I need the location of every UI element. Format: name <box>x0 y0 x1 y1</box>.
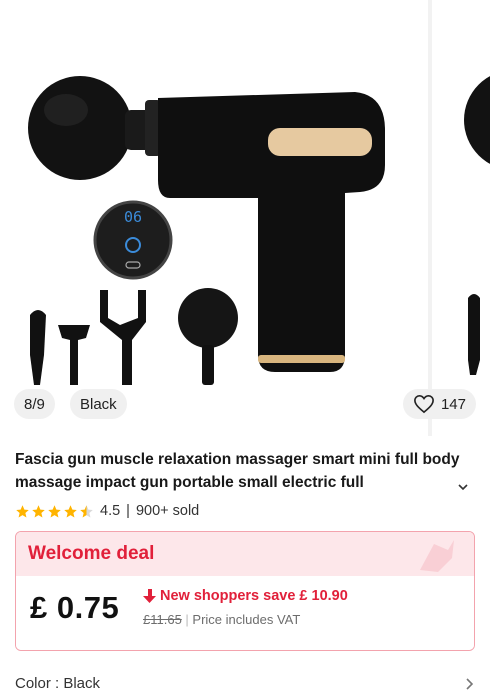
variant-color-badge[interactable]: Black <box>70 389 127 419</box>
down-arrow-icon <box>143 589 156 603</box>
savings-text: New shoppers save £ 10.90 <box>160 588 348 604</box>
half-star-icon <box>80 504 93 517</box>
image-index-label: 8/9 <box>24 395 45 413</box>
sold-count: 900+ sold <box>135 503 200 519</box>
rating-value: 4.5 <box>100 503 121 519</box>
screen-digits: 06 <box>124 208 142 226</box>
gold-accent-strip <box>268 128 372 156</box>
favorite-count: 147 <box>440 395 466 413</box>
deal-decoration-icon <box>420 540 454 572</box>
image-index-badge: 8/9 <box>14 389 55 419</box>
deal-title: Welcome deal <box>28 543 155 564</box>
color-selector-label: Color : Black <box>15 675 101 692</box>
star-icon <box>16 504 29 517</box>
rating-stars <box>15 504 94 519</box>
heart-icon <box>414 394 434 414</box>
chevron-right-icon[interactable] <box>465 677 475 691</box>
deal-body: £ 0.75 New shoppers save £ 10.90 £11.65 … <box>16 576 474 650</box>
rating-separator: | <box>126 503 130 519</box>
welcome-deal-card[interactable]: Welcome deal £ 0.75 New shoppers save £ … <box>15 531 475 651</box>
star-icon <box>32 504 45 517</box>
new-shopper-savings: New shoppers save £ 10.90 <box>143 588 348 604</box>
original-price: £11.65 <box>143 612 182 627</box>
product-title: Fascia gun muscle relaxation massager sm… <box>15 451 460 491</box>
deal-header: Welcome deal <box>16 532 474 576</box>
product-gallery[interactable]: 06 8/9 Black 147 <box>0 0 490 436</box>
product-image[interactable]: 06 8/9 Black <box>0 0 428 436</box>
next-image-preview[interactable] <box>432 0 490 436</box>
massage-gun-illustration: 06 <box>28 76 385 385</box>
star-icon <box>48 504 61 517</box>
vat-note: Price includes VAT <box>192 612 301 627</box>
rating-row[interactable]: 4.5 | 900+ sold <box>15 503 475 519</box>
product-info: Fascia gun muscle relaxation massager sm… <box>0 436 490 519</box>
next-image-illustration <box>464 76 490 375</box>
variant-color-label: Black <box>80 395 117 413</box>
deal-price: £ 0.75 <box>30 590 120 625</box>
chevron-down-icon[interactable] <box>456 480 470 494</box>
favorite-button[interactable]: 147 <box>402 389 476 419</box>
star-icon <box>64 504 77 517</box>
product-title-block[interactable]: Fascia gun muscle relaxation massager sm… <box>15 448 470 494</box>
color-selector-row[interactable]: Color : Black <box>15 675 475 692</box>
price-details: £11.65 | Price includes VAT <box>143 612 301 627</box>
